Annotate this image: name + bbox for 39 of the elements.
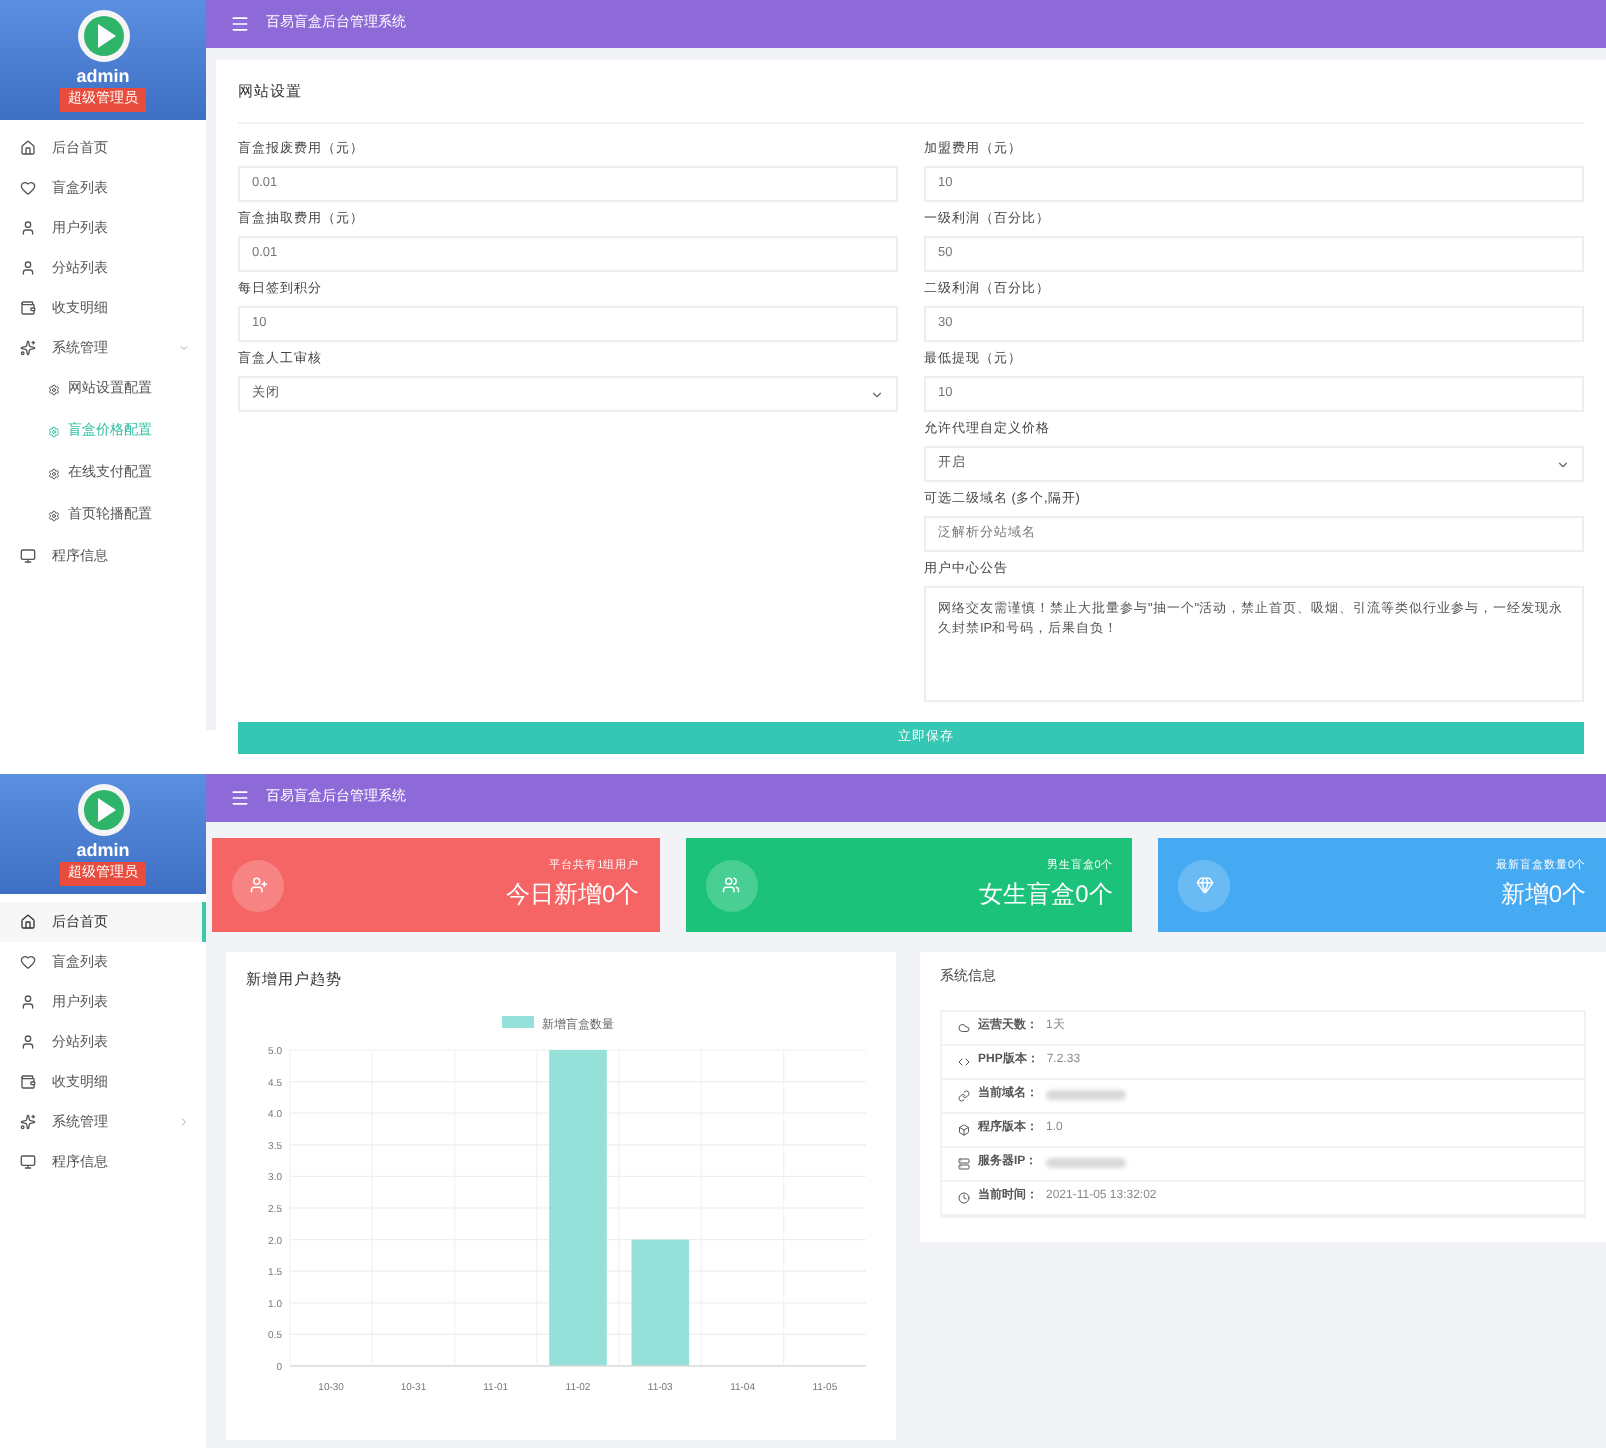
home-icon bbox=[20, 914, 36, 930]
gear-icon bbox=[48, 509, 60, 521]
link-icon bbox=[958, 1089, 970, 1101]
user-icon bbox=[20, 1034, 36, 1050]
user-icon bbox=[20, 994, 36, 1010]
stat-value: 新增0个 bbox=[1500, 877, 1586, 912]
play-logo-icon bbox=[75, 8, 131, 64]
home-icon bbox=[20, 140, 36, 156]
wallet-icon bbox=[20, 1074, 36, 1090]
wallet-icon bbox=[20, 300, 36, 316]
user-icon bbox=[20, 220, 36, 236]
heart-icon bbox=[20, 954, 36, 970]
user-name: admin bbox=[76, 838, 130, 862]
monitor-icon bbox=[20, 1154, 36, 1170]
stat-value: 女生盲盒0个 bbox=[979, 877, 1113, 912]
caret-icon bbox=[870, 387, 884, 402]
play-logo-icon bbox=[75, 782, 131, 838]
monitor-icon bbox=[20, 548, 36, 564]
gem-icon bbox=[1195, 876, 1214, 894]
server-icon bbox=[958, 1157, 970, 1169]
clock-icon bbox=[958, 1191, 970, 1203]
sparkles-icon bbox=[20, 340, 36, 356]
gear-icon bbox=[48, 425, 60, 437]
gear-icon bbox=[48, 383, 60, 395]
stat-value: 今日新增0个 bbox=[505, 877, 640, 912]
menu-icon[interactable] bbox=[230, 14, 250, 34]
caret-icon bbox=[1556, 457, 1570, 472]
user-icon bbox=[20, 260, 36, 276]
menu-icon[interactable] bbox=[230, 788, 250, 808]
gear-icon bbox=[48, 467, 60, 479]
code-icon bbox=[958, 1055, 970, 1067]
users-icon bbox=[722, 876, 741, 894]
chart-bar bbox=[631, 1240, 690, 1367]
user-name: admin bbox=[76, 64, 130, 88]
user-plus-icon bbox=[249, 876, 267, 894]
sparkles-icon bbox=[20, 1114, 36, 1130]
cloud-icon bbox=[958, 1021, 970, 1033]
heart-icon bbox=[20, 180, 36, 196]
box-icon bbox=[958, 1123, 970, 1135]
